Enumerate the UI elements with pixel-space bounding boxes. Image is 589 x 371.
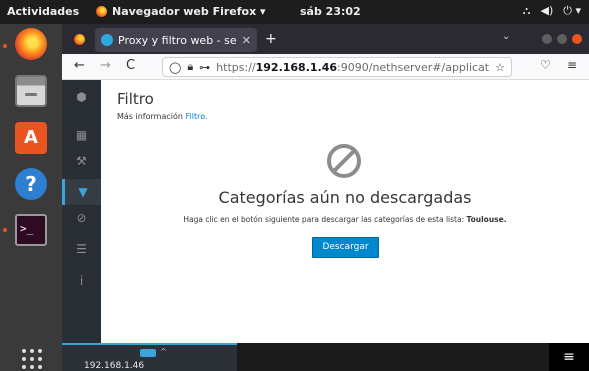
server-icon: [140, 349, 156, 357]
shield-icon[interactable]: ◯: [169, 61, 181, 74]
show-applications-icon[interactable]: [22, 349, 42, 369]
reload-button[interactable]: C: [126, 58, 135, 73]
tab-favicon-icon: [101, 34, 113, 46]
permissions-icon[interactable]: ⊶: [199, 61, 210, 74]
activities-button[interactable]: Actividades: [7, 5, 79, 18]
app-menu-label: Navegador web Firefox ▾: [112, 5, 266, 18]
new-tab-button[interactable]: +: [265, 31, 277, 47]
url-text[interactable]: https://192.168.1.46:9090/nethserver#/ap…: [216, 61, 489, 74]
running-indicator: [3, 44, 7, 48]
url-bar[interactable]: ◯ 🔒︎ ⊶ https://192.168.1.46:9090/nethser…: [162, 57, 512, 77]
empty-state-description: Haga clic en el botón siguiente para des…: [183, 215, 507, 224]
software-store-icon[interactable]: A: [15, 122, 47, 154]
more-info-link[interactable]: Filtro.: [186, 112, 208, 121]
close-tab-icon[interactable]: ✕: [242, 34, 251, 47]
minimize-button[interactable]: [542, 34, 552, 44]
ubuntu-dock: A ? >_: [0, 24, 62, 371]
bottom-bar: ^ 192.168.1.46 ≡: [62, 343, 589, 371]
volume-icon[interactable]: ◀): [541, 4, 554, 18]
browser-tab-strip: Proxy y filtro web - serve ✕ + ⌄: [62, 24, 589, 54]
forward-button[interactable]: →: [100, 58, 111, 73]
list-icon[interactable]: ☰: [62, 236, 101, 262]
list-all-tabs-button[interactable]: ⌄: [502, 31, 510, 42]
clock[interactable]: sáb 23:02: [300, 5, 361, 18]
main-content: Filtro Más información Filtro. Categoría…: [101, 80, 589, 343]
empty-state-title: Categorías aún no descargadas: [218, 188, 472, 207]
more-info-text: Más información Filtro.: [117, 112, 208, 121]
lock-icon[interactable]: 🔒︎: [187, 60, 193, 74]
menu-icon[interactable]: ≡: [549, 343, 589, 371]
chevron-up-icon: ^: [160, 347, 167, 356]
hamburger-menu-icon[interactable]: ≡: [567, 58, 577, 72]
power-menu-icon[interactable]: ⏻ ▾: [563, 4, 581, 18]
host-selector[interactable]: ^ 192.168.1.46: [62, 343, 237, 371]
terminal-icon[interactable]: >_: [15, 214, 47, 246]
firefox-icon[interactable]: [15, 28, 47, 60]
tab-title: Proxy y filtro web - serve: [118, 33, 237, 47]
navigation-toolbar: ← → C ◯ 🔒︎ ⊶ https://192.168.1.46:9090/n…: [62, 54, 589, 80]
cube-icon[interactable]: ⬢: [62, 84, 101, 110]
wrench-icon[interactable]: ⚒: [62, 148, 101, 174]
firefox-icon: [96, 6, 107, 17]
grid-icon[interactable]: ▦: [62, 122, 101, 148]
ban-icon[interactable]: ⊘: [62, 205, 101, 231]
help-icon[interactable]: ?: [15, 168, 47, 200]
files-icon[interactable]: [15, 75, 47, 107]
maximize-button[interactable]: [557, 34, 567, 44]
info-icon[interactable]: ⅰ: [62, 268, 101, 294]
app-sidebar: ⬢ ▦ ⚒ ▼ ⊘ ☰ ⅰ: [62, 80, 101, 343]
bookmark-star-icon[interactable]: ☆: [495, 61, 505, 74]
empty-state-ban-icon: [327, 144, 361, 178]
network-icon[interactable]: ⛬: [523, 4, 531, 18]
close-window-button[interactable]: [572, 34, 582, 44]
running-indicator: [3, 228, 7, 232]
page-title: Filtro: [117, 90, 154, 108]
filter-icon[interactable]: ▼: [62, 179, 101, 205]
pocket-icon[interactable]: ♡: [540, 58, 551, 72]
app-menu[interactable]: Navegador web Firefox ▾: [96, 5, 266, 18]
back-button[interactable]: ←: [74, 58, 85, 73]
download-button[interactable]: Descargar: [312, 237, 379, 258]
gnome-top-bar: Actividades Navegador web Firefox ▾ sáb …: [0, 0, 589, 24]
firefox-view-icon[interactable]: [74, 34, 85, 45]
browser-tab[interactable]: Proxy y filtro web - serve ✕: [95, 28, 257, 52]
host-address: 192.168.1.46: [84, 361, 145, 371]
system-tray[interactable]: ⛬ ◀) ⏻ ▾: [523, 4, 581, 18]
